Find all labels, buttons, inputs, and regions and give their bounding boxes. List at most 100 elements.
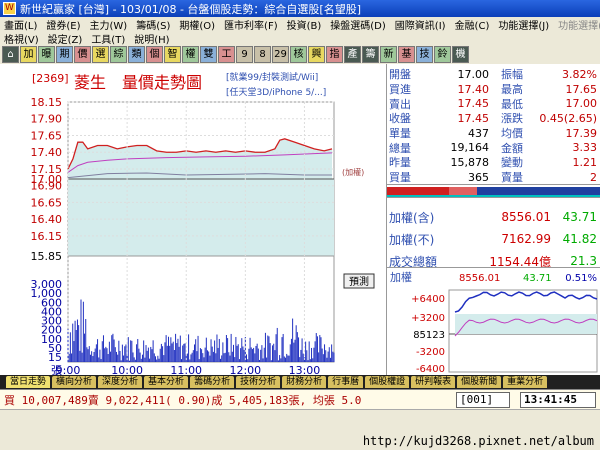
quote-label-2: 振幅 (501, 68, 523, 82)
mini-chart-canvas: 加權 8556.01 43.71 0.51% +6400 +3200 85123 -3200 -… (390, 271, 598, 375)
menu-item-row1-11[interactable]: 功能選擇(K) (558, 17, 600, 32)
toolbar-button-15[interactable]: 29 (272, 46, 289, 63)
toolbar-button-24[interactable]: 鈴 (434, 46, 451, 63)
quote-row: 買量 365 賣量 2 (389, 170, 599, 185)
toolbar-button-16[interactable]: 核 (290, 46, 307, 63)
toolbar-button-8[interactable]: 個 (146, 46, 163, 63)
quote-label: 買進 (389, 83, 411, 97)
tab-5[interactable]: 技術分析 (236, 376, 281, 388)
quote-value-2: 2 (590, 170, 597, 184)
quote-label-2: 最高 (501, 83, 523, 97)
quote-label-2: 賣量 (501, 171, 523, 185)
toolbar-button-1[interactable]: 加 (20, 46, 37, 63)
tab-6[interactable]: 財務分析 (282, 376, 327, 388)
code-box[interactable]: [001] (456, 392, 510, 408)
menu-bar: 畫面(L) 證券(E) 主力(W) 籌碼(S) 期權(O) 匯市利率(F) 投資(B) 操盤選… (0, 17, 600, 46)
quote-value: 17.45 (457, 97, 490, 111)
tab-3[interactable]: 基本分析 (144, 376, 189, 388)
quote-value-2: 1.21 (572, 155, 598, 169)
menu-item-row1-5[interactable]: 匯市利率(F) (224, 17, 278, 32)
toolbar-button-23[interactable]: 技 (416, 46, 433, 63)
time-tick-label: 10:00 (111, 364, 143, 375)
tab-11[interactable]: 重業分析 (503, 376, 548, 388)
toolbar-button-10[interactable]: 權 (182, 46, 199, 63)
menu-item-row1-7[interactable]: 操盤選碼(D) (330, 17, 386, 32)
volume-tick-label: 15 (48, 351, 62, 364)
quote-label-2: 金額 (501, 141, 523, 155)
toolbar-button-12[interactable]: 工 (218, 46, 235, 63)
toolbar-button-11[interactable]: 雙 (200, 46, 217, 63)
menu-item-row2-2[interactable]: 工具(T) (91, 31, 125, 46)
toolbar-button-3[interactable]: 期 (56, 46, 73, 63)
tab-1[interactable]: 橫向分析 (52, 376, 97, 388)
menu-item-row1-2[interactable]: 主力(W) (90, 17, 128, 32)
menu-item-row1-10[interactable]: 功能選擇(J) (498, 17, 549, 32)
tab-9[interactable]: 研判報表 (411, 376, 456, 388)
tab-10[interactable]: 個股新聞 (457, 376, 502, 388)
quote-label: 賣出 (389, 97, 411, 111)
quote-value: 19,164 (450, 141, 490, 155)
menu-item-row1-8[interactable]: 國際資訊(I) (395, 17, 446, 32)
time-tick-label: 11:00 (170, 364, 202, 375)
menu-item-row1-4[interactable]: 期權(O) (179, 17, 215, 32)
toolbar-button-0[interactable]: ⌂ (2, 46, 19, 63)
toolbar-button-5[interactable]: 選 (92, 46, 109, 63)
chart-canvas: 18.1517.9017.6517.4017.1516.9016.6516.40… (31, 96, 375, 375)
quote-panel: 開盤 17.00 振幅 3.82% 買進 17.40 最高 17.65 賣出 17.45 最低 17.… (386, 64, 600, 375)
menu-item-row1-0[interactable]: 畫面(L) (4, 17, 37, 32)
menu-item-row2-0[interactable]: 格視(V) (4, 31, 39, 46)
quote-value-2: 17.00 (565, 97, 598, 111)
quote-label: 單量 (389, 127, 411, 141)
toolbar-button-18[interactable]: 指 (326, 46, 343, 63)
mini-tick-label: -6400 (416, 364, 445, 375)
quote-row: 賣出 17.45 最低 17.00 (389, 96, 599, 111)
menu-item-row2-3[interactable]: 說明(H) (134, 31, 169, 46)
tab-0[interactable]: 當日走勢 (6, 376, 51, 388)
predict-label: 預測 (349, 275, 369, 288)
menu-item-row1-1[interactable]: 證券(E) (46, 17, 80, 32)
price-tick-label: 16.15 (31, 230, 63, 243)
quote-row: 總量 19,164 金額 3.33 (389, 140, 599, 155)
menu-item-row1-6[interactable]: 投資(B) (287, 17, 322, 32)
clock: 13:41:45 (520, 392, 596, 408)
price-tick-label: 18.15 (31, 96, 63, 109)
toolbar-button-14[interactable]: 8 (254, 46, 271, 63)
quote-value-2: 3.33 (572, 141, 598, 155)
toolbar-button-2[interactable]: 曝 (38, 46, 55, 63)
quote-value-2: 0.45(2.65) (539, 111, 597, 125)
mini-tick-label: +3200 (411, 313, 445, 324)
toolbar-button-6[interactable]: 綜 (110, 46, 127, 63)
quote-value: 15,878 (450, 155, 490, 169)
tab-4[interactable]: 籌碼分析 (190, 376, 235, 388)
toolbar-button-21[interactable]: 新 (380, 46, 397, 63)
toolbar-button-17[interactable]: 興 (308, 46, 325, 63)
tab-2[interactable]: 深度分析 (98, 376, 143, 388)
index-change: 43.71 (562, 210, 597, 224)
index-mini-chart: 加權 8556.01 43.71 0.51% +6400 +3200 85123 -3200 -… (387, 267, 600, 375)
toolbar: ⌂ 加曝期價選綜類個智權雙工 9 8 29 核興指產籌新基技鈴機 (0, 45, 600, 64)
status-bar: 買 10,007,489賣 9,022,411( 0.90)成 5,405,18… (0, 389, 600, 409)
toolbar-button-22[interactable]: 基 (398, 46, 415, 63)
window-title: 新世紀贏家 [台灣] - 103/01/08 - 台盤個股走勢：綜合自選股[名望… (20, 2, 361, 16)
toolbar-button-9[interactable]: 智 (164, 46, 181, 63)
toolbar-button-4[interactable]: 價 (74, 46, 91, 63)
toolbar-button-19[interactable]: 產 (344, 46, 361, 63)
color-bar (387, 184, 600, 198)
bottom-area: http://kujd3268.pixnet.net/album (0, 409, 600, 450)
quote-label-2: 變動 (501, 156, 523, 170)
trade-summary: 買 10,007,489賣 9,022,411( 0.90)成 5,405,18… (4, 393, 362, 407)
menu-item-row2-1[interactable]: 設定(Z) (48, 31, 83, 46)
tab-8[interactable]: 個股權證 (365, 376, 410, 388)
toolbar-button-7[interactable]: 類 (128, 46, 145, 63)
toolbar-button-25[interactable]: 機 (452, 46, 469, 63)
index-change: 41.82 (562, 232, 597, 246)
price-area (68, 138, 333, 179)
tab-7[interactable]: 行事曆 (328, 376, 364, 388)
toolbar-button-20[interactable]: 籌 (362, 46, 379, 63)
toolbar-button-13[interactable]: 9 (236, 46, 253, 63)
price-tick-label: 16.40 (31, 213, 63, 226)
menu-item-row1-9[interactable]: 金融(C) (455, 17, 490, 32)
menu-item-row1-3[interactable]: 籌碼(S) (136, 17, 170, 32)
quote-value: 17.00 (457, 67, 490, 81)
quote-label: 收盤 (389, 112, 411, 126)
